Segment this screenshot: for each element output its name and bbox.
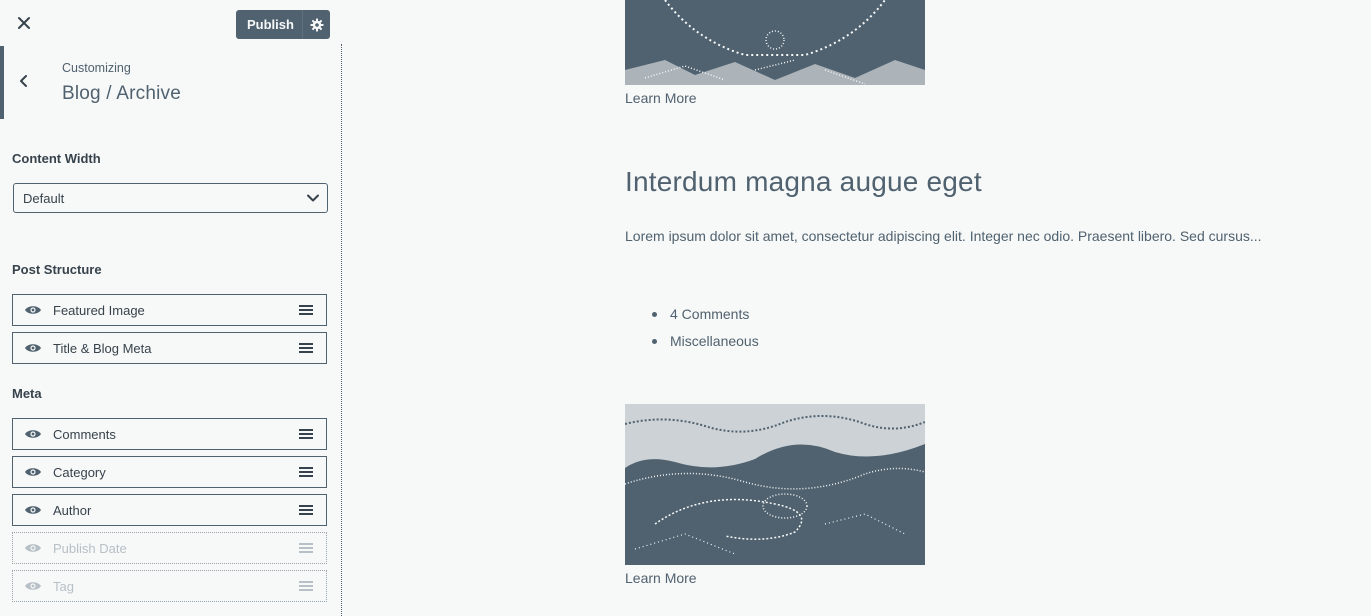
post-structure-label: Post Structure — [12, 262, 102, 277]
post-meta-list: 4 Comments Miscellaneous — [650, 301, 759, 355]
close-icon — [18, 17, 30, 29]
customizer-topbar: Publish — [0, 0, 341, 46]
post-meta-comments[interactable]: 4 Comments — [650, 301, 759, 328]
gear-icon — [310, 18, 323, 31]
featured-image-graphic — [625, 0, 925, 85]
eye-icon[interactable] — [13, 428, 53, 440]
drag-handle-icon[interactable] — [286, 580, 326, 592]
sortable-item-tag[interactable]: Tag — [12, 570, 327, 602]
featured-image[interactable] — [625, 0, 925, 85]
post-meta-category[interactable]: Miscellaneous — [650, 328, 759, 355]
sortable-item-label: Comments — [53, 426, 116, 442]
chevron-left-icon — [20, 75, 27, 87]
sortable-item-author[interactable]: Author — [12, 494, 327, 526]
post-title[interactable]: Interdum magna augue eget — [625, 166, 982, 198]
sortable-item-featured-image[interactable]: Featured Image — [12, 294, 327, 326]
eye-icon[interactable] — [13, 304, 53, 316]
sortable-item-category[interactable]: Category — [12, 456, 327, 488]
eye-icon[interactable] — [13, 542, 53, 554]
post-excerpt: Lorem ipsum dolor sit amet, consectetur … — [625, 228, 1262, 244]
eye-icon[interactable] — [13, 580, 53, 592]
customizer-sidebar: Publish Customizing Blog / Archive Conte… — [0, 0, 344, 616]
sortable-item-label: Author — [53, 502, 92, 518]
sortable-item-label: Category — [53, 464, 106, 480]
sortable-item-comments[interactable]: Comments — [12, 418, 327, 450]
breadcrumb: Customizing — [62, 61, 131, 75]
eye-icon[interactable] — [13, 466, 53, 478]
sortable-item-label: Publish Date — [53, 540, 127, 556]
close-button[interactable] — [13, 12, 35, 34]
content-width-label: Content Width — [12, 151, 101, 166]
drag-handle-icon[interactable] — [286, 542, 326, 554]
learn-more-link[interactable]: Learn More — [625, 570, 697, 586]
sortable-item-publish-date[interactable]: Publish Date — [12, 532, 327, 564]
content-width-value: Default — [23, 190, 65, 206]
section-accent-bar — [0, 46, 4, 119]
content-width-select[interactable]: Default — [13, 183, 328, 213]
featured-image-graphic — [625, 404, 925, 565]
sortable-item-title-blog-meta[interactable]: Title & Blog Meta — [12, 332, 327, 364]
sortable-item-label: Title & Blog Meta — [53, 340, 152, 356]
featured-image[interactable] — [625, 404, 925, 565]
drag-handle-icon[interactable] — [286, 466, 326, 478]
chevron-down-icon — [299, 193, 327, 203]
eye-icon[interactable] — [13, 504, 53, 516]
eye-icon[interactable] — [13, 342, 53, 354]
section-title: Blog / Archive — [62, 83, 181, 104]
publish-settings-button[interactable] — [302, 10, 330, 39]
meta-label: Meta — [12, 386, 42, 401]
sortable-item-label: Featured Image — [53, 302, 145, 318]
learn-more-link[interactable]: Learn More — [625, 90, 697, 106]
publish-label: Publish — [247, 17, 294, 32]
drag-handle-icon[interactable] — [286, 504, 326, 516]
drag-handle-icon[interactable] — [286, 304, 326, 316]
back-button[interactable] — [15, 72, 33, 90]
drag-handle-icon[interactable] — [286, 342, 326, 354]
publish-button[interactable]: Publish — [236, 10, 330, 39]
sortable-item-label: Tag — [53, 578, 74, 594]
sidebar-divider[interactable] — [341, 44, 342, 616]
drag-handle-icon[interactable] — [286, 428, 326, 440]
